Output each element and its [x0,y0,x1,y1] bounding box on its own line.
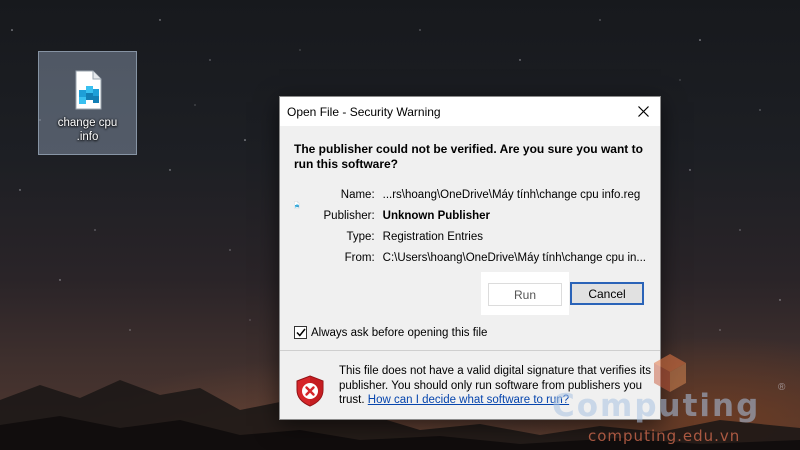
computing-watermark: Computing ® computing.edu.vn [548,352,793,445]
watermark-url: computing.edu.vn [588,427,741,445]
security-shield-error-icon [296,375,324,407]
detail-key: Type: [346,230,375,243]
detail-key: Name: [340,188,375,201]
detail-key: Publisher: [323,209,375,222]
help-link[interactable]: How can I decide what software to run? [368,394,569,406]
dialog-titlebar[interactable]: Open File - Security Warning [280,97,660,126]
detail-value-type: Registration Entries [382,230,483,243]
file-details-table: Name: ...rs\hoang\OneDrive\Máy tính\chan… [324,184,647,268]
detail-value-name: ...rs\hoang\OneDrive\Máy tính\change cpu… [382,188,641,201]
detail-row-from: From: C:\Users\hoang\OneDrive\Máy tính\c… [324,247,646,268]
detail-row-name: Name: ...rs\hoang\OneDrive\Máy tính\chan… [324,184,647,205]
always-ask-checkbox[interactable] [294,326,307,339]
desktop-file-icon-change-cpu-info[interactable]: change cpu .info [38,51,137,155]
always-ask-option[interactable]: Always ask before opening this file [294,326,487,339]
detail-key: From: [344,251,375,264]
detail-value-publisher: Unknown Publisher [382,209,490,222]
detail-row-publisher: Publisher: Unknown Publisher [324,205,647,226]
cancel-button[interactable]: Cancel [570,282,644,305]
watermark-registered-mark: ® [778,382,786,393]
desktop-icon-label: change cpu .info [57,117,118,143]
watermark-brand: Computing [552,388,761,424]
registry-file-icon [75,70,101,110]
detail-row-type: Type: Registration Entries [324,226,647,247]
checkmark-icon [295,328,306,337]
always-ask-label: Always ask before opening this file [311,326,488,339]
registry-file-icon [294,201,300,209]
dialog-title: Open File - Security Warning [287,104,441,119]
run-button[interactable]: Run [488,283,562,306]
detail-value-from: C:\Users\hoang\OneDrive\Máy tính\change … [382,251,646,264]
close-icon [637,106,649,117]
close-button[interactable] [626,97,660,126]
dialog-headline: The publisher could not be verified. Are… [294,142,643,171]
